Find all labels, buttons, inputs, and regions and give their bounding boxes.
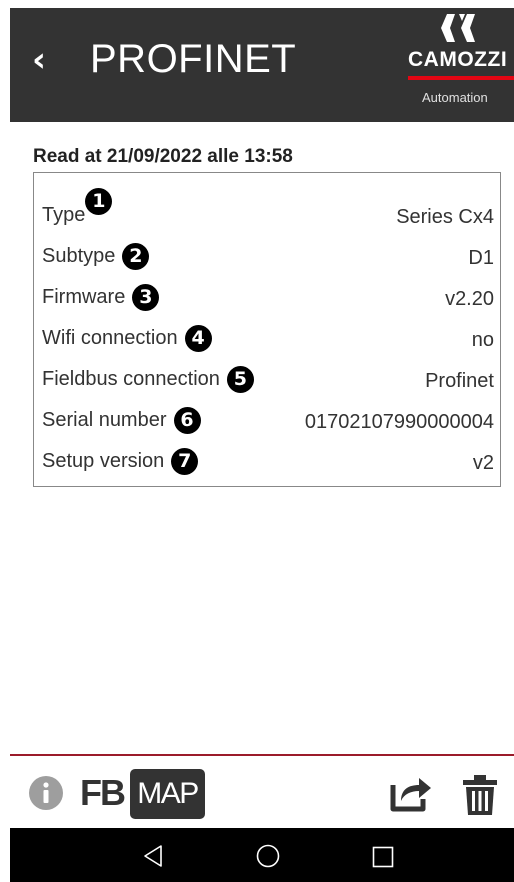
- read-at-timestamp: Read at 21/09/2022 alle 13:58: [33, 146, 293, 167]
- camozzi-logo: CAMOZZI Automation: [406, 8, 514, 122]
- back-button[interactable]: ‹: [24, 42, 54, 78]
- app-header: ‹ PROFINET CAMOZZI Automation: [10, 8, 514, 122]
- row-label: Serial number: [42, 409, 167, 431]
- info-circle-icon[interactable]: [28, 775, 64, 811]
- row-value: 01702107990000004: [304, 411, 494, 433]
- row-value: no: [471, 329, 494, 351]
- info-row-subtype: Subtype 2 D1: [42, 240, 494, 270]
- fb-button[interactable]: FB: [80, 772, 126, 814]
- nav-recents-icon[interactable]: [372, 846, 394, 868]
- page-title: PROFINET: [90, 37, 297, 81]
- nav-back-icon[interactable]: [142, 844, 164, 868]
- row-value: Series Cx4: [396, 206, 494, 228]
- callout-badge: 6: [173, 407, 201, 434]
- android-nav-bar: [10, 828, 514, 882]
- row-label: Setup version: [42, 450, 165, 472]
- app-screen: ‹ PROFINET CAMOZZI Automation Read at 21…: [10, 8, 514, 882]
- logo-red-line: [408, 76, 514, 80]
- trash-icon[interactable]: [460, 774, 500, 816]
- row-label: Subtype: [42, 245, 116, 267]
- nav-home-icon[interactable]: [256, 844, 280, 868]
- info-row-type: Type 1 Series Cx4: [42, 188, 494, 229]
- callout-badge: 3: [132, 284, 160, 311]
- callout-badge: 5: [226, 366, 254, 393]
- logo-subtext: Automation: [422, 90, 488, 105]
- toolbar-divider: [10, 754, 514, 756]
- callout-badge: 4: [184, 325, 212, 352]
- row-value: D1: [468, 247, 494, 269]
- info-row-serial: Serial number 6 01702107990000004: [42, 404, 494, 434]
- row-value: Profinet: [425, 370, 494, 392]
- callout-badge: 2: [122, 243, 150, 270]
- row-label: Firmware: [42, 286, 126, 308]
- row-label: Wifi connection: [42, 327, 178, 349]
- row-value: v2: [472, 452, 494, 474]
- info-row-fieldbus: Fieldbus connection 5 Profinet: [42, 363, 494, 393]
- share-icon[interactable]: [389, 773, 433, 813]
- info-row-wifi: Wifi connection 4 no: [42, 322, 494, 352]
- device-info-panel: Type 1 Series Cx4 Subtype 2 D1 Firmware 3 v…: [33, 172, 501, 487]
- callout-badge: 1: [85, 188, 113, 215]
- row-label: Type: [42, 204, 86, 226]
- bottom-toolbar: FB MAP: [10, 758, 514, 828]
- camozzi-logo-mark-icon: [441, 14, 475, 42]
- callout-badge: 7: [171, 448, 199, 475]
- map-button[interactable]: MAP: [130, 769, 205, 819]
- row-value: v2.20: [445, 288, 494, 310]
- row-label: Fieldbus connection: [42, 368, 220, 390]
- info-row-setup-version: Setup version 7 v2: [42, 445, 494, 475]
- info-row-firmware: Firmware 3 v2.20: [42, 281, 494, 311]
- logo-wordmark: CAMOZZI: [408, 48, 508, 71]
